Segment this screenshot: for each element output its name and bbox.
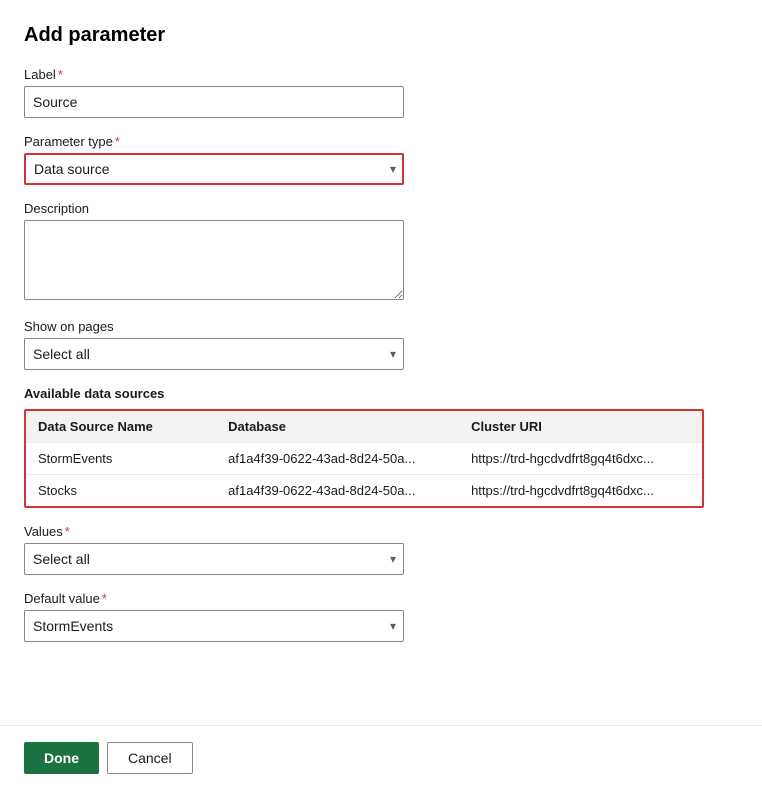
row-0-cluster-uri: https://trd-hgcdvdfrt8gq4t6dxc... — [459, 443, 702, 475]
default-value-label-text: Default value — [24, 591, 100, 606]
description-input[interactable] — [24, 220, 404, 300]
col-header-name: Data Source Name — [26, 411, 216, 443]
values-select[interactable]: Select all StormEvents Stocks — [24, 543, 404, 575]
col-header-cluster-uri: Cluster URI — [459, 411, 702, 443]
parameter-type-text: Parameter type — [24, 134, 113, 149]
show-on-pages-label: Show on pages — [24, 319, 416, 334]
label-field-label: Label* — [24, 67, 416, 82]
default-value-select[interactable]: StormEvents Stocks — [24, 610, 404, 642]
default-value-label: Default value* — [24, 591, 416, 606]
description-label-text: Description — [24, 201, 89, 216]
values-select-wrapper: Select all StormEvents Stocks ▾ — [24, 543, 404, 575]
parameter-type-field-group: Parameter type* Data source Text Number … — [24, 134, 416, 185]
data-table-wrapper: Data Source Name Database Cluster URI St… — [24, 409, 704, 508]
show-on-pages-label-text: Show on pages — [24, 319, 114, 334]
default-value-field-group: Default value* StormEvents Stocks ▾ — [24, 591, 416, 642]
parameter-type-select-wrapper: Data source Text Number Date ▾ — [24, 153, 404, 185]
table-row[interactable]: Stocks af1a4f39-0622-43ad-8d24-50a... ht… — [26, 475, 702, 507]
footer: Done Cancel — [0, 725, 762, 790]
description-label: Description — [24, 201, 416, 216]
label-field-group: Label* — [24, 67, 416, 118]
row-1-name: Stocks — [26, 475, 216, 507]
parameter-type-label: Parameter type* — [24, 134, 416, 149]
label-required-star: * — [58, 67, 63, 82]
cancel-button[interactable]: Cancel — [107, 742, 193, 774]
row-0-database: af1a4f39-0622-43ad-8d24-50a... — [216, 443, 459, 475]
label-input[interactable] — [24, 86, 404, 118]
show-on-pages-field-group: Show on pages Select all ▾ — [24, 319, 416, 370]
show-on-pages-select-wrapper: Select all ▾ — [24, 338, 404, 370]
show-on-pages-select[interactable]: Select all — [24, 338, 404, 370]
parameter-type-required-star: * — [115, 134, 120, 149]
row-0-name: StormEvents — [26, 443, 216, 475]
table-header-row: Data Source Name Database Cluster URI — [26, 411, 702, 443]
values-required-star: * — [65, 524, 70, 539]
row-1-database: af1a4f39-0622-43ad-8d24-50a... — [216, 475, 459, 507]
done-button[interactable]: Done — [24, 742, 99, 774]
default-value-required-star: * — [102, 591, 107, 606]
table-row[interactable]: StormEvents af1a4f39-0622-43ad-8d24-50a.… — [26, 443, 702, 475]
label-text: Label — [24, 67, 56, 82]
values-field-group: Values* Select all StormEvents Stocks ▾ — [24, 524, 416, 575]
values-label: Values* — [24, 524, 416, 539]
data-sources-table: Data Source Name Database Cluster URI St… — [26, 411, 702, 506]
row-1-cluster-uri: https://trd-hgcdvdfrt8gq4t6dxc... — [459, 475, 702, 507]
description-field-group: Description — [24, 201, 416, 303]
default-value-select-wrapper: StormEvents Stocks ▾ — [24, 610, 404, 642]
col-header-database: Database — [216, 411, 459, 443]
dialog-title: Add parameter — [24, 24, 416, 47]
values-label-text: Values — [24, 524, 63, 539]
parameter-type-select[interactable]: Data source Text Number Date — [24, 153, 404, 185]
available-data-sources-section: Available data sources Data Source Name … — [0, 386, 762, 508]
available-data-sources-label: Available data sources — [24, 386, 738, 401]
